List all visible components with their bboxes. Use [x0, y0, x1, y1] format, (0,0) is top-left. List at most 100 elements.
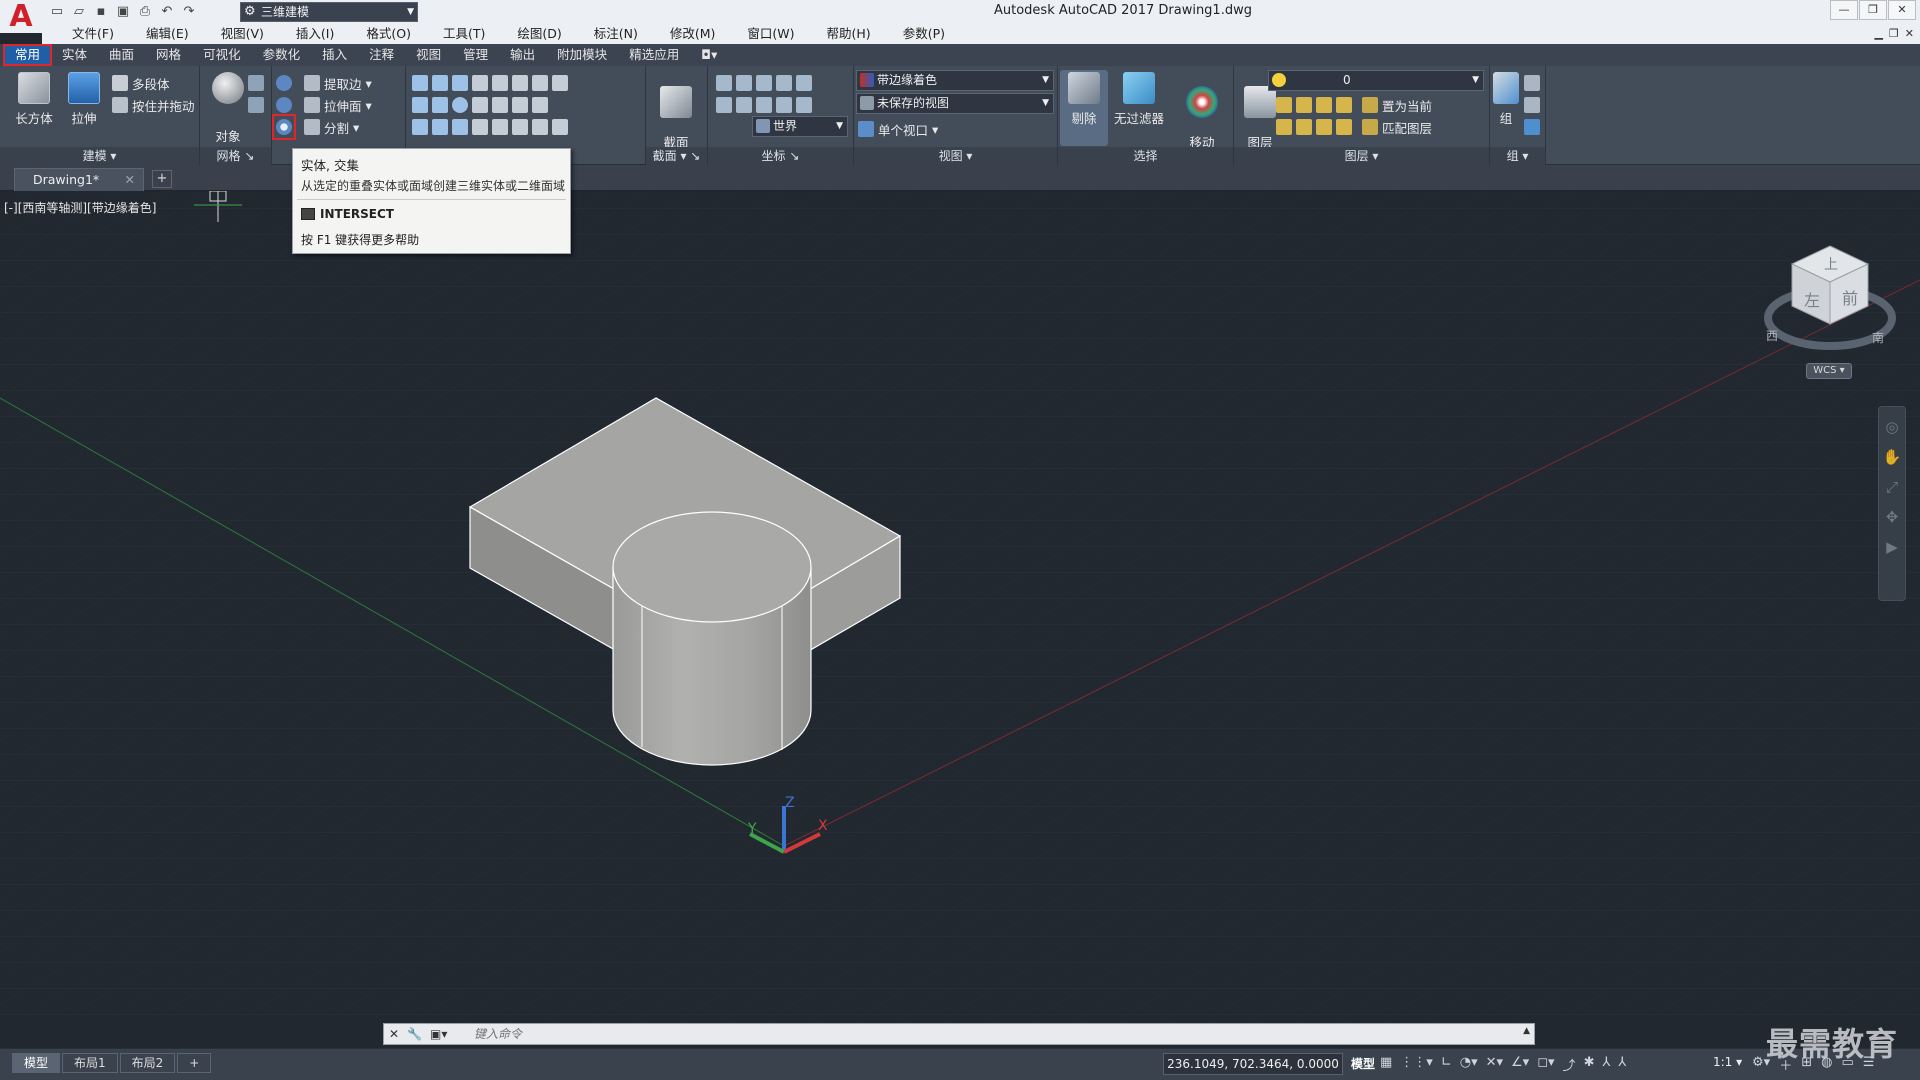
document-tab[interactable]: Drawing1* ✕	[14, 168, 144, 191]
tab-annotate[interactable]: 注释	[358, 45, 405, 65]
mesh-tool-1[interactable]	[248, 72, 264, 94]
doc-restore-icon[interactable]: ❐	[1889, 24, 1899, 44]
zoom-extents-icon[interactable]: ⤢	[1882, 477, 1902, 497]
save-icon[interactable]: ▪	[92, 3, 110, 21]
array-icon[interactable]	[532, 75, 548, 91]
stretch-icon[interactable]	[492, 119, 508, 135]
model-space-canvas[interactable]: Z Y X	[0, 191, 1920, 1018]
cylinder-solid[interactable]	[612, 511, 812, 766]
extrude-face-button[interactable]: 拉伸面 ▾	[304, 94, 372, 116]
save-as-icon[interactable]: ▣	[114, 3, 132, 21]
extend-icon[interactable]	[552, 75, 568, 91]
box-button[interactable]: 长方体	[10, 70, 58, 140]
auto-scale-icon[interactable]: ⅄	[1618, 1055, 1626, 1074]
pan-icon[interactable]: ✋	[1882, 447, 1902, 467]
layer-off-icon[interactable]	[1276, 97, 1292, 113]
group-select-button[interactable]	[1524, 116, 1540, 138]
ucs-origin-icon[interactable]	[736, 75, 752, 91]
grid-icon[interactable]: ▦	[1380, 1055, 1392, 1074]
lasso-icon[interactable]	[432, 75, 448, 91]
object-snap-tracking-icon[interactable]: ∠▾	[1511, 1055, 1529, 1074]
move-icon[interactable]	[512, 75, 528, 91]
application-menu-button[interactable]: A	[0, 0, 42, 33]
tab-manage[interactable]: 管理	[452, 45, 499, 65]
command-prompt-icon[interactable]: ▣▾	[430, 1027, 447, 1041]
group-edit-button[interactable]	[1524, 94, 1540, 116]
union-button[interactable]	[276, 72, 292, 94]
tab-featured-apps[interactable]: 精选应用	[618, 45, 690, 65]
menu-tools[interactable]: 工具(T)	[427, 24, 501, 44]
print-icon[interactable]: ⎙	[136, 3, 154, 21]
mesh-tool-2[interactable]	[248, 94, 264, 116]
tab-layout1[interactable]: 布局1	[62, 1053, 118, 1073]
add-layout-button[interactable]: +	[177, 1053, 212, 1073]
arc-icon[interactable]	[452, 75, 468, 91]
tab-layout2[interactable]: 布局2	[119, 1053, 176, 1073]
tab-model[interactable]: 模型	[12, 1053, 61, 1073]
menu-view[interactable]: 视图(V)	[205, 24, 280, 44]
menu-insert[interactable]: 插入(I)	[280, 24, 350, 44]
drawing-viewport[interactable]: Z Y X [-][西南等轴测][带边缘着色] 上 左 前 西 南 WCS ▾ …	[0, 191, 1920, 1018]
tab-addins[interactable]: 附加模块	[546, 45, 618, 65]
menu-parametric[interactable]: 参数(P)	[887, 24, 961, 44]
ungroup-button[interactable]	[1524, 72, 1540, 94]
new-file-icon[interactable]: ▭	[48, 3, 66, 21]
tab-visualize[interactable]: 可视化	[192, 45, 252, 65]
menu-help[interactable]: 帮助(H)	[811, 24, 887, 44]
spline-icon[interactable]	[412, 97, 428, 113]
polyline-icon[interactable]	[412, 75, 428, 91]
group-button[interactable]: 组	[1490, 70, 1522, 140]
viewcube[interactable]: 上 左 前 西 南	[1760, 236, 1900, 376]
menu-dimension[interactable]: 标注(N)	[578, 24, 654, 44]
layer-thaw-icon[interactable]	[1316, 119, 1332, 135]
ortho-icon[interactable]: ∟	[1441, 1055, 1452, 1074]
menu-draw[interactable]: 绘图(D)	[501, 24, 577, 44]
layer-unisolate-icon[interactable]	[1296, 119, 1312, 135]
layer-on-icon[interactable]	[1276, 119, 1292, 135]
selection-cycling-icon[interactable]: ✱	[1584, 1055, 1595, 1074]
tab-insert[interactable]: 插入	[311, 45, 358, 65]
subtract-button[interactable]	[276, 94, 292, 116]
ribbon-toggle-icon[interactable]: ◘▾	[690, 45, 728, 65]
explode-icon[interactable]	[552, 119, 568, 135]
minimize-button[interactable]: —	[1830, 0, 1858, 20]
menu-edit[interactable]: 编辑(E)	[130, 24, 205, 44]
tab-parametric[interactable]: 参数化	[252, 45, 312, 65]
ucs-view-icon[interactable]	[756, 75, 772, 91]
steering-wheel-icon[interactable]: ◎	[1882, 417, 1902, 437]
viewport-controls-label[interactable]: [-][西南等轴测][带边缘着色]	[4, 199, 156, 216]
rotate-icon[interactable]	[472, 97, 488, 113]
set-current-button[interactable]: 置为当前	[1362, 96, 1432, 115]
center-mark-icon[interactable]	[492, 75, 508, 91]
panel-title-view[interactable]: 视图 ▾	[854, 147, 1057, 165]
rectangle-icon[interactable]	[432, 119, 448, 135]
scale-icon[interactable]	[512, 97, 528, 113]
restore-button[interactable]: ❐	[1859, 0, 1887, 20]
mirror-icon[interactable]	[472, 119, 488, 135]
ucs-world-dropdown[interactable]: 世界 ▼	[752, 116, 848, 137]
intersect-button[interactable]	[272, 114, 296, 140]
ucs-y-icon[interactable]	[756, 97, 772, 113]
ucs-face-icon[interactable]	[796, 75, 812, 91]
menu-modify[interactable]: 修改(M)	[654, 24, 732, 44]
orbit-icon[interactable]: ✥	[1882, 507, 1902, 527]
ucs-object-icon[interactable]	[776, 75, 792, 91]
fillet-icon[interactable]	[532, 97, 548, 113]
menu-window[interactable]: 窗口(W)	[731, 24, 810, 44]
layer-lock-icon[interactable]	[1336, 97, 1352, 113]
doc-close-icon[interactable]: ✕	[1905, 24, 1914, 44]
isodraft-icon[interactable]: ✕▾	[1486, 1055, 1503, 1074]
command-history-icon[interactable]: ▲	[1523, 1026, 1530, 1036]
layer-isolate-icon[interactable]	[1296, 97, 1312, 113]
extrude-button[interactable]: 拉伸	[60, 70, 108, 140]
annotation-visibility-icon[interactable]: ⅄	[1602, 1055, 1610, 1074]
ucs-zaxis-icon[interactable]	[796, 97, 812, 113]
layer-dropdown[interactable]: 0 ▼	[1268, 70, 1484, 91]
wcs-menu-button[interactable]: WCS ▾	[1806, 363, 1852, 379]
viewport-config-button[interactable]: 单个视口 ▾	[858, 118, 938, 140]
polysolid-button[interactable]: 多段体	[112, 72, 170, 94]
panel-title-groups[interactable]: 组 ▾	[1490, 147, 1545, 165]
saved-view-dropdown[interactable]: 未保存的视图 ▼	[856, 93, 1054, 114]
tab-solid[interactable]: 实体	[51, 45, 98, 65]
command-input[interactable]	[474, 1025, 1494, 1043]
